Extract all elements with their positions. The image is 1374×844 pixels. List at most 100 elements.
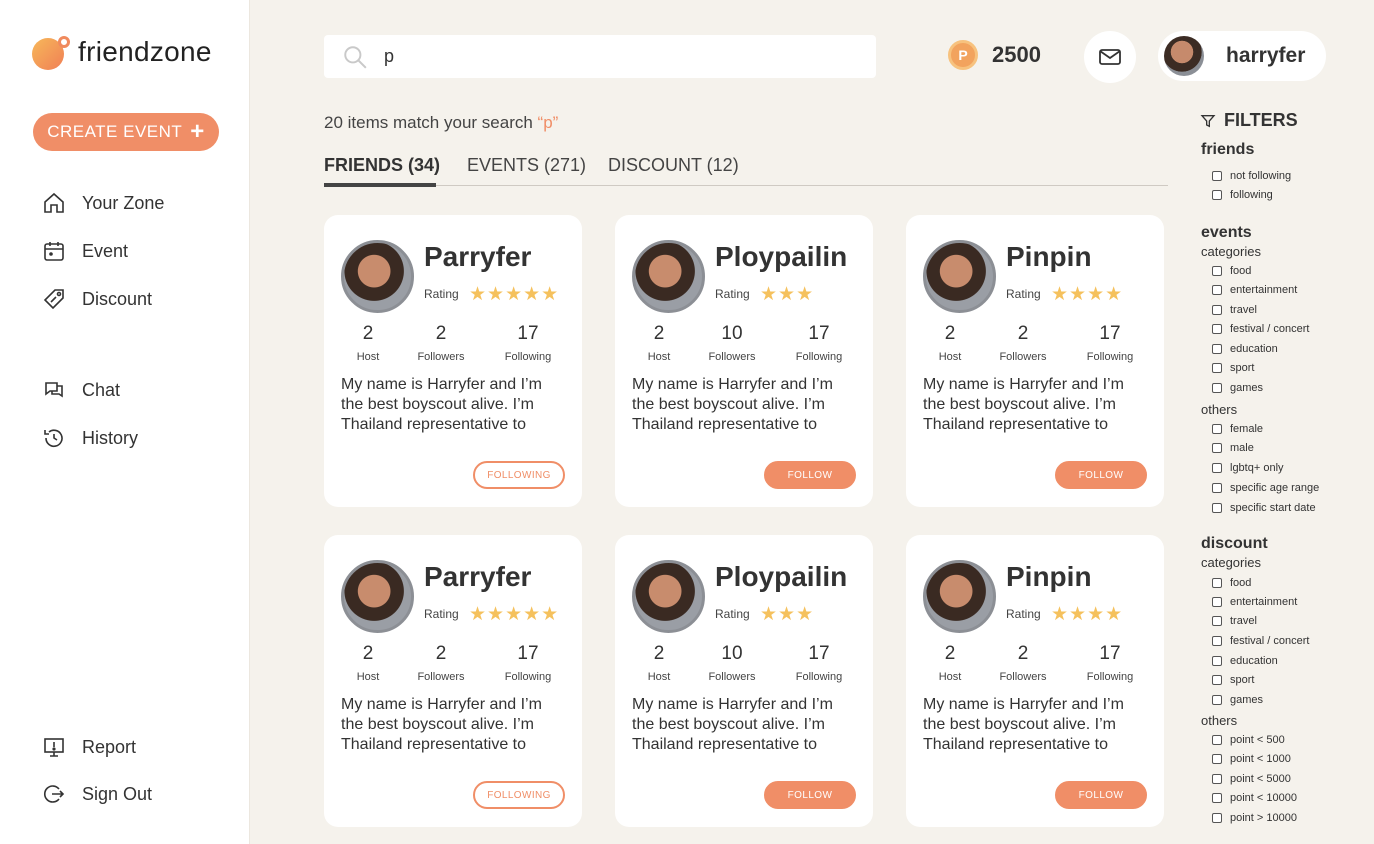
search-input[interactable] (384, 46, 864, 67)
filter-option[interactable]: point < 1000 (1212, 753, 1291, 765)
filter-option[interactable]: entertainment (1212, 596, 1297, 608)
checkbox[interactable] (1212, 597, 1222, 607)
filter-option[interactable]: point < 5000 (1212, 773, 1291, 785)
checkbox[interactable] (1212, 793, 1222, 803)
following-label: Following (795, 671, 843, 683)
filter-option[interactable]: entertainment (1212, 284, 1297, 296)
sidebar-item-discount[interactable]: Discount (42, 287, 152, 311)
following-label: Following (1086, 671, 1134, 683)
sidebar: friendzone CREATE EVENT + Your Zone Even… (0, 0, 250, 844)
rating-label: Rating (715, 287, 750, 301)
sidebar-item-your-zone[interactable]: Your Zone (42, 191, 164, 215)
filter-option[interactable]: female (1212, 423, 1263, 435)
filter-option[interactable]: specific start date (1212, 502, 1316, 514)
rating-label: Rating (715, 607, 750, 621)
checkbox[interactable] (1212, 578, 1222, 588)
sidebar-item-sign-out[interactable]: Sign Out (42, 782, 152, 806)
host-count: 2 (653, 323, 665, 344)
following-button[interactable]: FOLLOWING (473, 461, 565, 489)
checkbox[interactable] (1212, 656, 1222, 666)
sidebar-item-chat[interactable]: Chat (42, 378, 120, 402)
sidebar-item-label: Your Zone (82, 192, 165, 213)
filter-option[interactable]: not following (1212, 170, 1291, 182)
filter-option[interactable]: specific age range (1212, 482, 1319, 494)
filter-option[interactable]: food (1212, 265, 1251, 277)
filter-option[interactable]: food (1212, 577, 1251, 589)
filter-option[interactable]: point > 10000 (1212, 812, 1297, 824)
logo-icon (32, 34, 70, 70)
followers-label: Followers (417, 671, 465, 683)
filter-option-label: point < 1000 (1230, 753, 1291, 765)
sidebar-item-label: Discount (82, 288, 153, 309)
friend-name: Pinpin (1006, 561, 1092, 592)
following-count: 17 (808, 323, 830, 344)
checkbox[interactable] (1212, 695, 1222, 705)
followers-count: 2 (435, 643, 447, 664)
sidebar-item-event[interactable]: Event (42, 239, 128, 263)
tab-friends[interactable]: FRIENDS (34) (324, 155, 440, 176)
checkbox[interactable] (1212, 735, 1222, 745)
filter-option[interactable]: travel (1212, 615, 1257, 627)
checkbox[interactable] (1212, 813, 1222, 823)
filter-option[interactable]: festival / concert (1212, 635, 1309, 647)
stat-following: 17 Following (493, 643, 563, 683)
friend-card[interactable]: Ploypailin Rating ★★★ 2 Host 10 Followers 17 Fol… (615, 215, 873, 507)
checkbox[interactable] (1212, 383, 1222, 393)
checkbox[interactable] (1212, 344, 1222, 354)
checkbox[interactable] (1212, 616, 1222, 626)
follow-button[interactable]: FOLLOW (764, 781, 856, 809)
checkbox[interactable] (1212, 363, 1222, 373)
sidebar-item-label: Sign Out (82, 783, 153, 804)
checkbox[interactable] (1212, 285, 1222, 295)
friend-card[interactable]: Pinpin Rating ★★★★ 2 Host 2 Followers 17 Followi… (906, 215, 1164, 507)
checkbox[interactable] (1212, 503, 1222, 513)
checkbox[interactable] (1212, 443, 1222, 453)
filter-option[interactable]: education (1212, 655, 1278, 667)
follow-button[interactable]: FOLLOW (1055, 461, 1147, 489)
filter-option[interactable]: point < 10000 (1212, 792, 1297, 804)
friend-card[interactable]: Parryfer Rating ★★★★★ 2 Host 2 Followers 17 Foll… (324, 535, 582, 827)
checkbox[interactable] (1212, 754, 1222, 764)
checkbox[interactable] (1212, 305, 1222, 315)
following-button[interactable]: FOLLOWING (473, 781, 565, 809)
filter-option[interactable]: sport (1212, 674, 1254, 686)
tab-events[interactable]: EVENTS (271) (467, 155, 586, 176)
filter-option[interactable]: male (1212, 442, 1254, 454)
result-summary: 20 items match your search “p” (324, 113, 558, 133)
filter-option[interactable]: education (1212, 343, 1278, 355)
filter-option-label: point < 10000 (1230, 792, 1297, 804)
checkbox[interactable] (1212, 171, 1222, 181)
friend-card[interactable]: Parryfer Rating ★★★★★ 2 Host 2 Followers 17 Foll… (324, 215, 582, 507)
filter-option[interactable]: travel (1212, 304, 1257, 316)
filter-subheading: categories (1201, 555, 1261, 570)
follow-button[interactable]: FOLLOW (1055, 781, 1147, 809)
sidebar-item-report[interactable]: Report (42, 735, 136, 759)
follow-button[interactable]: FOLLOW (764, 461, 856, 489)
stat-followers: 2 Followers (988, 643, 1058, 683)
mail-button[interactable] (1084, 31, 1136, 83)
filter-option[interactable]: point < 500 (1212, 734, 1285, 746)
checkbox[interactable] (1212, 190, 1222, 200)
filter-option[interactable]: sport (1212, 362, 1254, 374)
checkbox[interactable] (1212, 424, 1222, 434)
create-event-button[interactable]: CREATE EVENT + (33, 113, 219, 151)
checkbox[interactable] (1212, 266, 1222, 276)
filter-option[interactable]: games (1212, 694, 1263, 706)
checkbox[interactable] (1212, 483, 1222, 493)
filter-option[interactable]: festival / concert (1212, 323, 1309, 335)
checkbox[interactable] (1212, 675, 1222, 685)
filter-option[interactable]: lgbtq+ only (1212, 462, 1284, 474)
filter-option[interactable]: following (1212, 189, 1273, 201)
filter-option[interactable]: games (1212, 382, 1263, 394)
checkbox[interactable] (1212, 636, 1222, 646)
checkbox[interactable] (1212, 324, 1222, 334)
logo[interactable]: friendzone (32, 34, 212, 70)
checkbox[interactable] (1212, 463, 1222, 473)
friend-card[interactable]: Ploypailin Rating ★★★ 2 Host 10 Followers 17 Fol… (615, 535, 873, 827)
friend-card[interactable]: Pinpin Rating ★★★★ 2 Host 2 Followers 17 Followi… (906, 535, 1164, 827)
friend-name: Ploypailin (715, 241, 848, 272)
tab-discount[interactable]: DISCOUNT (12) (608, 155, 739, 176)
user-profile-button[interactable]: harryfer (1158, 31, 1326, 81)
sidebar-item-history[interactable]: History (42, 426, 138, 450)
checkbox[interactable] (1212, 774, 1222, 784)
